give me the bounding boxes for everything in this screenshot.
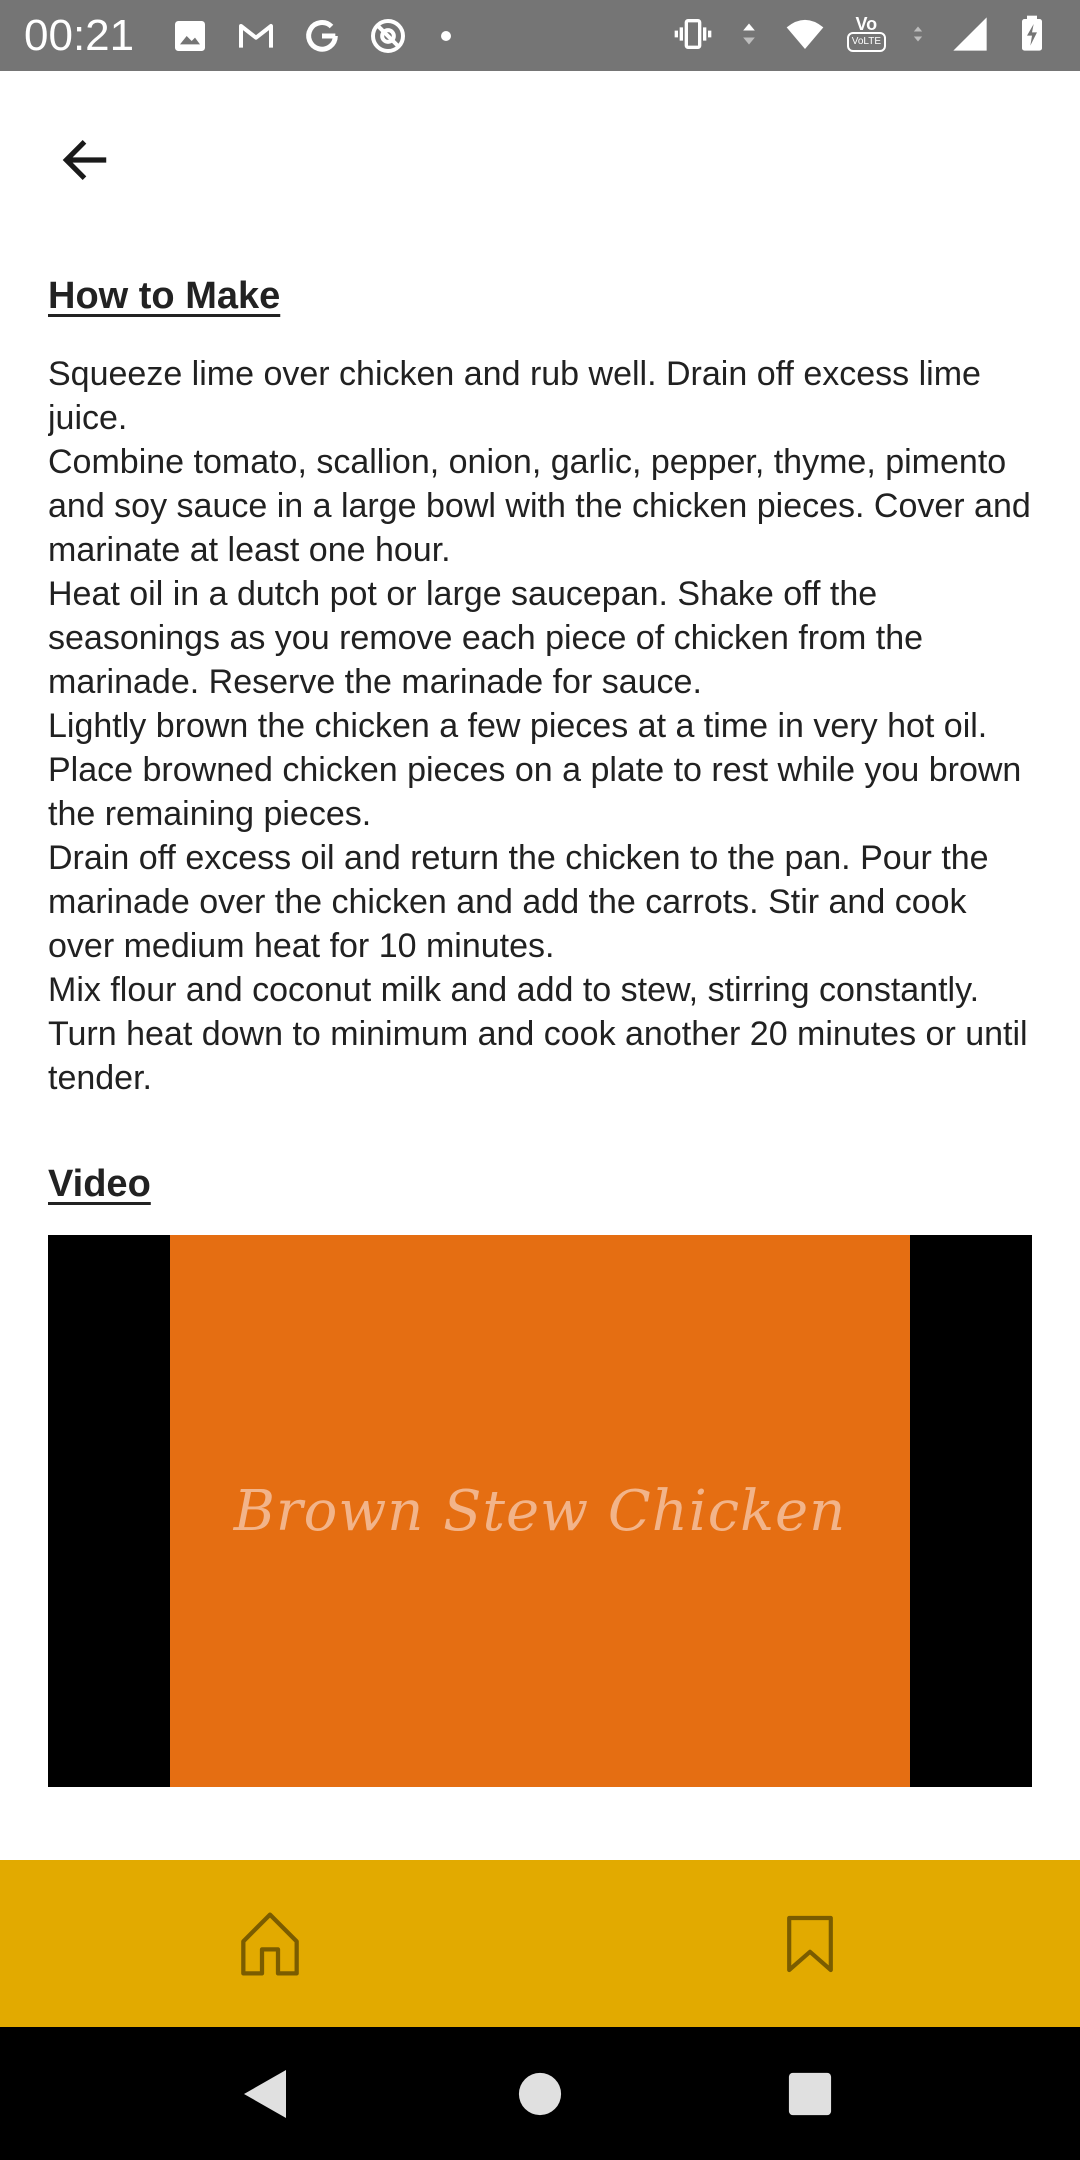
volte-label: VoLTE [846, 32, 886, 52]
recipe-content[interactable]: How to Make Squeeze lime over chicken an… [48, 260, 1032, 1820]
home-circle-icon [518, 2072, 562, 2115]
bottom-navigation [0, 1860, 1080, 2027]
arrow-back-icon [62, 140, 107, 180]
system-navigation-bar [0, 2027, 1080, 2160]
image-icon [175, 21, 205, 51]
how-to-make-heading-wrap: How to Make [48, 260, 1032, 320]
volte-icon: Vo VoLTE [846, 15, 886, 52]
home-nav-button[interactable] [170, 1860, 370, 2027]
status-time: 00:21 [24, 11, 135, 60]
bookmark-nav-button[interactable] [710, 1860, 910, 2027]
signal-icon [953, 17, 987, 51]
vibrate-icon [674, 19, 712, 49]
system-home-button[interactable] [480, 2027, 600, 2160]
at-sign-icon [371, 19, 405, 53]
how-to-make-heading: How to Make [48, 275, 281, 317]
video-player[interactable]: Brown Stew Chicken [48, 1235, 1032, 1787]
instruction-step: Drain off excess oil and return the chic… [48, 839, 989, 965]
system-back-button[interactable] [206, 2027, 326, 2160]
status-system-icons: Vo VoLTE [673, 14, 1052, 54]
wifi-icon [786, 19, 824, 49]
video-thumbnail: Brown Stew Chicken [170, 1235, 910, 1787]
instruction-step: Lightly brown the chicken a few pieces a… [48, 707, 1022, 833]
instruction-step: Squeeze lime over chicken and rub well. … [48, 355, 981, 437]
instructions-list: Squeeze lime over chicken and rub well. … [48, 352, 1032, 1100]
google-icon [306, 20, 338, 52]
instruction-step: Mix flour and coconut milk and add to st… [48, 971, 1028, 1097]
back-triangle-icon [244, 2069, 286, 2118]
bookmark-icon [787, 1915, 833, 1972]
back-button[interactable] [40, 115, 130, 205]
gmail-icon [239, 24, 273, 48]
video-heading: Video [48, 1163, 151, 1205]
status-bar: 00:21 Vo VoLTE [0, 0, 1080, 71]
system-recents-button[interactable] [750, 2027, 870, 2160]
battery-charging-icon [1022, 15, 1042, 51]
data-arrows-icon-2 [913, 26, 923, 42]
status-notification-icons [170, 16, 458, 56]
home-icon [241, 1912, 299, 1975]
dot-icon [441, 31, 451, 41]
instruction-step: Heat oil in a dutch pot or large saucepa… [48, 575, 924, 701]
video-title: Brown Stew Chicken [233, 1478, 847, 1544]
data-arrows-icon [742, 23, 755, 45]
instruction-step: Combine tomato, scallion, onion, garlic,… [48, 443, 1031, 569]
recents-square-icon [788, 2072, 832, 2115]
